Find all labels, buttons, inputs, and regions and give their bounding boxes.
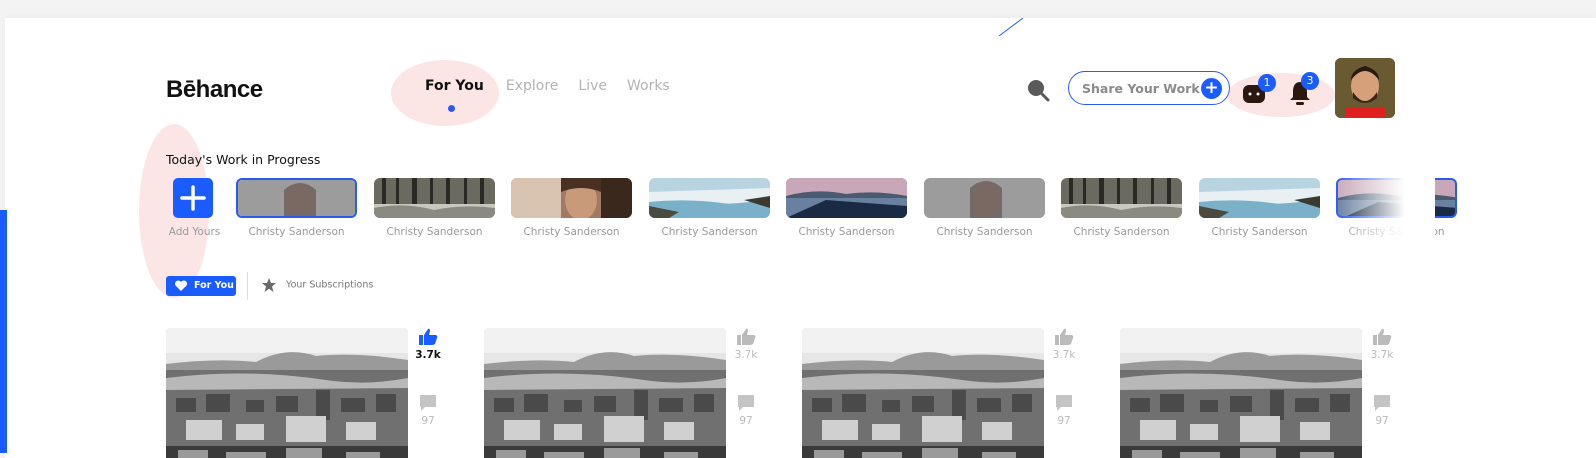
post-image [1120, 328, 1362, 458]
story-image [924, 178, 1045, 218]
story-thumbnail[interactable] [786, 178, 907, 218]
plus-icon [180, 185, 206, 211]
story-author-name: Christy Sanderson [798, 226, 895, 238]
add-yours-label: Add Yours [168, 226, 221, 238]
story-thumbnail[interactable] [924, 178, 1045, 218]
story-author-name: Christy Sanderson [1073, 226, 1170, 238]
plus-icon: + [1201, 78, 1222, 99]
thumbs-up-icon [737, 328, 756, 345]
star-icon [262, 278, 276, 292]
post-card[interactable] [1120, 328, 1362, 458]
tab-for-you[interactable]: For You [166, 276, 236, 296]
post-card[interactable] [166, 328, 408, 458]
tab-divider [247, 272, 248, 300]
story-image [1199, 178, 1320, 218]
section-title: Today's Work in Progress [166, 152, 321, 167]
like-count: 3.7k [415, 349, 441, 361]
like-button[interactable] [1371, 328, 1393, 350]
story-image [649, 178, 770, 218]
like-button[interactable] [1053, 328, 1075, 350]
heart-icon [174, 280, 188, 291]
nav-for-you-label: For You [425, 78, 484, 94]
like-count: 3.7k [1370, 349, 1394, 361]
post-card[interactable] [802, 328, 1044, 458]
nav-live[interactable]: Live [578, 78, 607, 94]
comment-button[interactable] [735, 394, 757, 416]
post-image [484, 328, 726, 458]
messages-button[interactable]: 1 [1242, 74, 1276, 110]
left-accent-bar [0, 210, 7, 453]
story-author-name: Christy Sanderson [248, 226, 345, 238]
tab-subscriptions-label: Your Subscriptions [286, 279, 374, 291]
story-thumbnail[interactable] [374, 178, 495, 218]
story-thumbnail[interactable] [511, 178, 632, 218]
fade-overlay [1335, 168, 1435, 248]
post-card[interactable] [484, 328, 726, 458]
decorative-line [998, 18, 1024, 36]
story-image [238, 180, 355, 216]
story-author-name: Christy Sanderson [661, 226, 758, 238]
story-thumbnail[interactable] [1199, 178, 1320, 218]
comment-icon [420, 395, 436, 411]
story-thumbnail[interactable] [236, 178, 357, 218]
story-thumbnail[interactable] [1061, 178, 1182, 218]
comment-button[interactable] [417, 394, 439, 416]
comment-icon [1374, 395, 1390, 411]
thumbs-up-icon [1373, 328, 1392, 345]
story-author-name: Christy Sanderson [386, 226, 483, 238]
nav-works[interactable]: Works [627, 78, 670, 94]
nav-for-you[interactable]: For You [425, 78, 484, 112]
story-image [786, 178, 907, 218]
search-icon[interactable] [1026, 78, 1050, 102]
comment-button[interactable] [1053, 394, 1075, 416]
story-author-name: Christy Sanderson [523, 226, 620, 238]
comment-count: 97 [1375, 415, 1389, 427]
thumbs-up-icon [1055, 328, 1074, 345]
share-your-work-button[interactable]: Share Your Work + [1068, 71, 1230, 105]
story-thumbnail[interactable] [649, 178, 770, 218]
like-button[interactable] [417, 328, 439, 350]
share-label: Share Your Work [1082, 81, 1200, 96]
comment-icon [1056, 395, 1072, 411]
tab-subscriptions[interactable]: Your Subscriptions [261, 277, 373, 293]
like-count: 3.7k [1052, 349, 1076, 361]
post-image [166, 328, 408, 458]
main-nav: For You Explore Live Works [425, 78, 690, 112]
story-author-name: Christy Sanderson [1211, 226, 1308, 238]
comment-button[interactable] [1371, 394, 1393, 416]
user-avatar[interactable] [1335, 58, 1395, 118]
post-image [802, 328, 1044, 458]
story-image [1061, 178, 1182, 218]
behance-logo[interactable]: Bēhance [166, 76, 263, 104]
comment-count: 97 [421, 415, 435, 427]
avatar-image [1335, 58, 1395, 118]
thumbs-up-icon [419, 328, 438, 345]
tab-for-you-label: For You [194, 280, 234, 291]
comment-count: 97 [739, 415, 753, 427]
notifications-badge: 3 [1301, 72, 1319, 90]
notifications-button[interactable]: 3 [1288, 72, 1319, 106]
active-indicator-dot [448, 105, 455, 112]
comment-icon [738, 395, 754, 411]
app-window: Bēhance For You Explore Live Works Share… [5, 18, 1596, 458]
like-count: 3.7k [734, 349, 758, 361]
story-image [374, 178, 495, 218]
add-yours-button[interactable] [173, 178, 213, 218]
story-image [511, 178, 632, 218]
messages-badge: 1 [1258, 74, 1276, 92]
like-button[interactable] [735, 328, 757, 350]
story-author-name: Christy Sanderson [936, 226, 1033, 238]
nav-explore[interactable]: Explore [506, 78, 559, 94]
comment-count: 97 [1057, 415, 1071, 427]
